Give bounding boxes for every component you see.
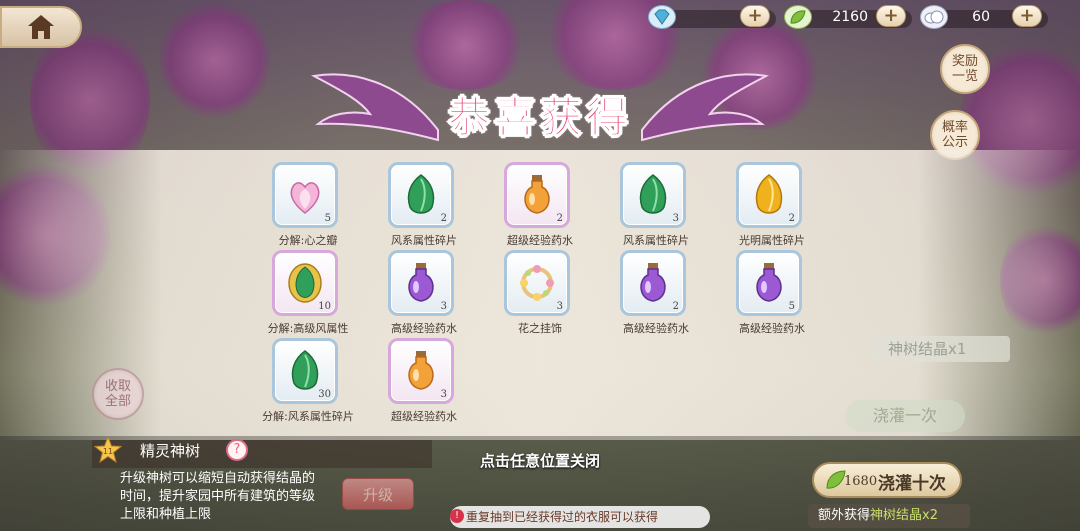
- item-count: 5: [788, 301, 795, 312]
- item-slot: 30: [272, 338, 338, 404]
- item-count: 30: [318, 389, 331, 400]
- item-slot: 5: [736, 250, 802, 316]
- reward-item[interactable]: 2 超级经验药水: [490, 160, 590, 248]
- item-slot: 2: [620, 250, 686, 316]
- upgrade-button[interactable]: 升级: [342, 478, 414, 510]
- reward-item[interactable]: 3 风系属性碎片: [606, 160, 706, 248]
- close-hint: 点击任意位置关闭: [479, 452, 600, 470]
- reward-item[interactable]: 30 分解:风系属性碎片: [258, 336, 358, 424]
- item-count: 3: [440, 301, 447, 312]
- item-label: 光明属性碎片: [739, 234, 805, 247]
- crystal-reward-label: 神树结晶x1: [870, 336, 1010, 362]
- item-count: 2: [672, 301, 679, 312]
- reward-item[interactable]: 2 光明属性碎片: [722, 160, 822, 248]
- green-gem-icon: [291, 350, 319, 390]
- reward-item[interactable]: 5 高级经验药水: [722, 248, 822, 336]
- extra-highlight: 神树结晶x2: [870, 508, 938, 523]
- add-cloud-button[interactable]: +: [1012, 5, 1042, 27]
- home-button[interactable]: [0, 6, 82, 48]
- purple-potion-icon: [756, 263, 782, 302]
- reward-item[interactable]: 3 花之挂饰: [490, 248, 590, 336]
- reward-item[interactable]: 2 风系属性碎片: [374, 160, 474, 248]
- item-label: 高级经验药水: [739, 322, 805, 335]
- purple-potion-icon: [640, 263, 666, 302]
- item-label: 风系属性碎片: [623, 234, 689, 247]
- item-slot: 3: [388, 338, 454, 404]
- notice-text: 重复抽到已经获得过的衣服可以获得: [466, 510, 659, 524]
- item-label: 超级经验药水: [507, 234, 573, 247]
- reward-item[interactable]: 10 分解:高级风属性: [258, 248, 358, 336]
- item-label: 分解:心之瓣: [278, 234, 338, 247]
- green-gem-icon: [407, 174, 435, 214]
- item-slot: 2: [388, 162, 454, 228]
- reward-item[interactable]: 2 高级经验药水: [606, 248, 706, 336]
- water-once-button[interactable]: 浇灌一次: [845, 400, 965, 432]
- item-label: 分解:风系属性碎片: [262, 410, 354, 423]
- reward-item[interactable]: 3 高级经验药水: [374, 248, 474, 336]
- add-diamond-button[interactable]: +: [740, 5, 770, 27]
- water-ten-label: 浇灌十次: [878, 474, 946, 494]
- item-label: 高级经验药水: [391, 322, 457, 335]
- reward-item[interactable]: 3 超级经验药水: [374, 336, 474, 424]
- item-count: 5: [324, 213, 331, 224]
- banner-title: 恭喜获得: [447, 93, 632, 143]
- item-slot: 5: [272, 162, 338, 228]
- tree-title: 精灵神树: [140, 442, 201, 460]
- flower-wreath-icon: [520, 265, 554, 301]
- currency-diamond: 0 +: [648, 4, 776, 30]
- heart-petal-icon: [290, 182, 320, 214]
- water-ten-cost: 1680: [844, 474, 878, 489]
- item-count: 3: [440, 389, 447, 400]
- currency-cloud: 60 +: [920, 4, 1048, 30]
- tree-description: 升级神树可以缩短自动获得结晶的时间，提升家园中所有建筑的等级上限和种植上限: [120, 471, 316, 522]
- item-count: 2: [788, 213, 795, 224]
- cloud-icon: [920, 5, 948, 29]
- reward-item[interactable]: 5 分解:心之瓣: [258, 160, 358, 248]
- home-icon: [28, 15, 54, 39]
- item-count: 3: [672, 213, 679, 224]
- extra-reward: 额外获得神树结晶x2: [808, 504, 970, 528]
- item-count: 10: [318, 301, 331, 312]
- cloud-value: 60: [972, 9, 990, 25]
- rewards-overview-button[interactable]: 奖励 一览: [940, 44, 990, 94]
- duplicate-notice: ! 重复抽到已经获得过的衣服可以获得: [450, 506, 710, 528]
- item-slot: 3: [388, 250, 454, 316]
- item-label: 高级经验药水: [623, 322, 689, 335]
- water-ten-button[interactable]: 1680 浇灌十次: [812, 462, 962, 498]
- item-label: 花之挂饰: [518, 322, 562, 335]
- item-label: 超级经验药水: [391, 410, 457, 423]
- green-gem-icon: [639, 174, 667, 214]
- item-label: 风系属性碎片: [391, 234, 457, 247]
- collect-all-button[interactable]: 收取 全部: [92, 368, 144, 420]
- tree-level: 11: [103, 447, 113, 456]
- item-slot: 3: [504, 250, 570, 316]
- gold-green-gem-icon: [288, 263, 322, 303]
- leaf-value: 2160: [832, 9, 868, 25]
- item-slot: 10: [272, 250, 338, 316]
- orange-potion-icon: [524, 175, 550, 214]
- extra-prefix: 额外获得: [818, 508, 871, 523]
- item-slot: 2: [736, 162, 802, 228]
- leaf-icon: [784, 5, 812, 29]
- reward-banner: 恭喜获得: [310, 62, 770, 162]
- warning-icon: !: [450, 509, 464, 523]
- item-count: 3: [556, 301, 563, 312]
- level-star-icon: 11: [94, 436, 122, 464]
- item-slot: 3: [620, 162, 686, 228]
- item-label: 分解:高级风属性: [267, 322, 349, 335]
- item-slot: 2: [504, 162, 570, 228]
- item-count: 2: [556, 213, 563, 224]
- add-leaf-button[interactable]: +: [876, 5, 906, 27]
- item-count: 2: [440, 213, 447, 224]
- purple-potion-icon: [408, 263, 434, 302]
- orange-potion-icon: [408, 351, 434, 390]
- currency-leaf: 2160 +: [784, 4, 912, 30]
- diamond-icon: [648, 5, 676, 29]
- yellow-gem-icon: [755, 174, 783, 214]
- help-button[interactable]: ?: [226, 439, 248, 461]
- tree-panel: 11 精灵神树 ? 升级神树可以缩短自动获得结晶的时间，提升家园中所有建筑的等级…: [92, 436, 432, 531]
